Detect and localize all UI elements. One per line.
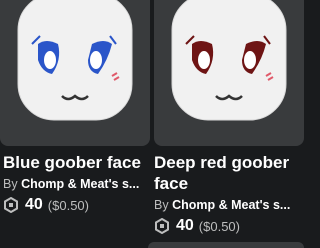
robux-icon xyxy=(154,217,170,235)
item-thumbnail[interactable] xyxy=(154,0,304,146)
item-thumbnail[interactable] xyxy=(0,0,150,146)
robux-price: 40 xyxy=(176,217,194,234)
item-name[interactable]: Deep red goober face xyxy=(154,152,304,194)
robux-price: 40 xyxy=(25,196,43,213)
item-creator[interactable]: By Chomp & Meat's s... xyxy=(3,177,150,192)
blue-goober-face-icon xyxy=(17,0,133,121)
robux-icon xyxy=(3,196,19,214)
usd-price: ($0.50) xyxy=(198,218,240,234)
catalog-item-card[interactable]: Blue goober face By Chomp & Meat's s... … xyxy=(0,0,150,214)
usd-price: ($0.50) xyxy=(47,197,89,213)
deep-red-goober-face-icon xyxy=(171,0,287,121)
by-label: By xyxy=(3,177,18,191)
by-label: By xyxy=(154,198,169,212)
catalog-item-card[interactable]: Deep red goober face By Chomp & Meat's s… xyxy=(154,0,304,235)
item-price: 40 ($0.50) xyxy=(3,196,150,214)
item-creator[interactable]: By Chomp & Meat's s... xyxy=(154,198,304,213)
item-price: 40 ($0.50) xyxy=(154,217,304,235)
creator-name[interactable]: Chomp & Meat's s... xyxy=(21,177,139,191)
catalog-grid: Blue goober face By Chomp & Meat's s... … xyxy=(0,0,304,248)
next-item-card-edge[interactable] xyxy=(148,242,304,248)
item-name[interactable]: Blue goober face xyxy=(3,152,150,173)
creator-name[interactable]: Chomp & Meat's s... xyxy=(172,198,290,212)
